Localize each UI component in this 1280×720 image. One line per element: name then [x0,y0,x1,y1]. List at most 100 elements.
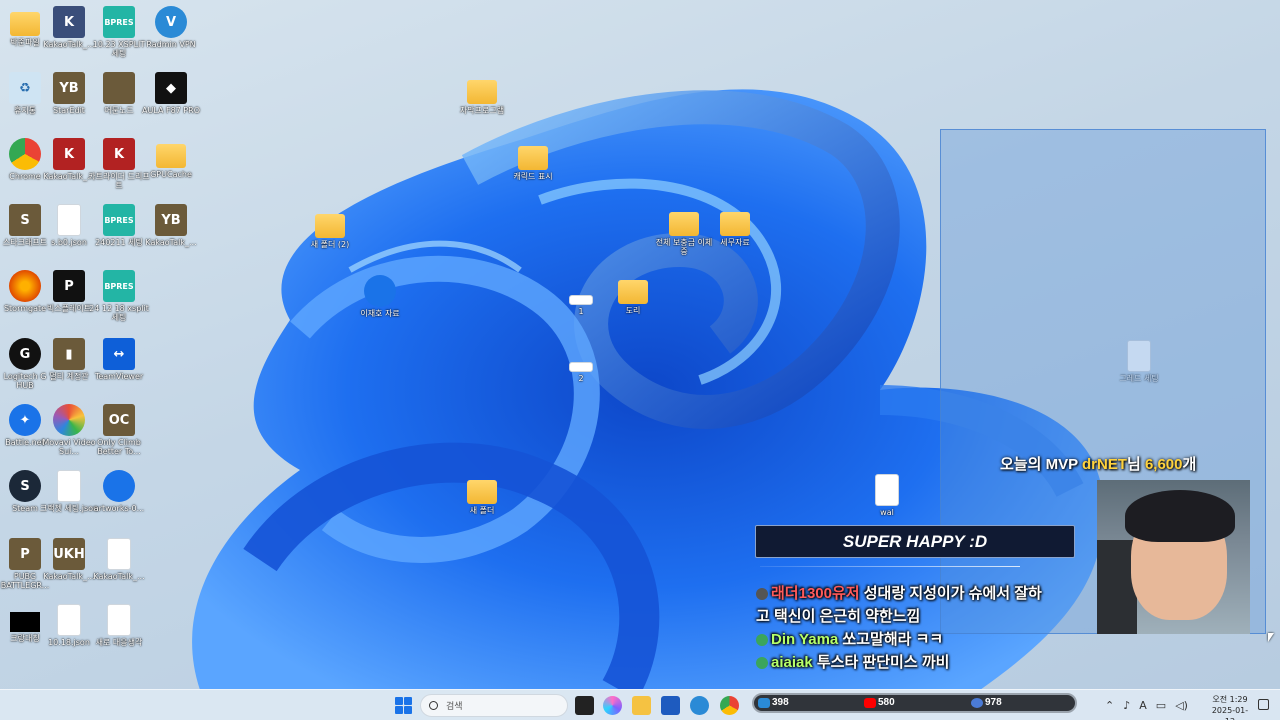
desktop-icon-label: 세무자료 [720,238,750,247]
desktop-icon[interactable]: 세무자료 [704,206,766,247]
desktop-icon[interactable]: wal [856,474,918,517]
donation-alert: SUPER HAPPY :D [755,525,1075,558]
mvp-suffix: 개 [1182,456,1197,473]
viewer-stats-bar: 398 580 978 [752,693,1077,713]
game-icon: YB [155,204,187,236]
chzzk-viewers: 398 [758,697,789,708]
chat-badge-icon [756,634,768,647]
taskbar-clock[interactable]: 오전 1:29 2025-01-12 [1207,694,1253,720]
folder-icon [467,480,497,504]
red-icon: K [53,138,85,170]
taskbar: 검색 398 580 978 ⌃ ♪ A ▭ ◁) 오전 1:29 2025-0… [0,689,1280,720]
teamv-icon: ↔ [103,338,135,370]
desktop-icon-label: 이재호 자료 [360,309,400,318]
chat-message: 고 택신이 은근히 약한느낌 [756,605,1086,628]
store-icon[interactable] [661,696,680,715]
desktop-icon[interactable]: 자막프로그램 [451,74,513,115]
webcam-feed [1097,480,1250,634]
tray-chevron-icon[interactable]: ⌃ [1105,699,1114,712]
game-icon [103,72,135,104]
desktop-icon[interactable]: 새 폴더 (2) [299,208,361,249]
desktop-icon-label: 새로 대응생각 [95,638,143,647]
chat-text: 쏘고말해라 ㅋㅋ [838,631,944,648]
file-icon [57,204,81,236]
game-icon: YB [53,72,85,104]
desktop-icon[interactable]: ↔ TeamViewer [88,338,150,381]
copilot-icon[interactable] [603,696,622,715]
desktop-icon[interactable]: YB KakaoTalk_... [140,204,202,247]
microphone-icon[interactable]: ♪ [1123,699,1130,712]
logi-icon: G [9,338,41,370]
desktop-icon-label: 새 폴더 (2) [310,240,350,249]
notification-icon[interactable] [1258,699,1269,710]
desktop-icon-label: AULA F87 PRO [142,106,200,115]
desktop-icon[interactable]: GPUCache [140,138,202,179]
desktop-icon[interactable]: ◆ AULA F87 PRO [140,72,202,115]
dark-icon: ◆ [155,72,187,104]
taskbar-search-box[interactable]: 검색 [420,694,568,717]
desktop-icon[interactable]: 캐릭드 표시 [502,140,564,181]
game-icon: S [9,204,41,236]
search-placeholder: 검색 [446,702,463,712]
blue-icon [103,470,135,502]
file-icon [875,474,899,506]
chat-message: 래더1300유저 성대랑 지성이가 슈에서 잘하 [756,582,1086,605]
chrome-taskbar-icon[interactable] [720,696,739,715]
desktop-icon[interactable]: 도리 [602,274,664,315]
task-view-icon[interactable] [575,696,594,715]
desktop-icon[interactable]: 이재호 자료 [349,275,411,318]
desktop-icon-label: 새 폴더 [469,506,495,515]
desktop-icon-label: TeamViewer [94,372,144,381]
chzzk-icon [758,697,770,708]
youtube-icon [864,697,876,708]
file-explorer-icon[interactable] [632,696,651,715]
game-icon: UKH [53,538,85,570]
folder-icon [720,212,750,236]
desktop-icon[interactable]: OC Only Climb Better To... [88,404,150,456]
desktop-icon-label: artworks-0... [93,504,145,513]
system-tray: ⌃ ♪ A ▭ ◁) [1105,690,1197,720]
radmin-vpn-taskbar-icon[interactable] [690,696,709,715]
chat-text: 투스타 판단미스 까비 [812,654,950,671]
mvp-name: drNET [1081,456,1127,473]
desktop-icon[interactable]: 새 폴더 [451,474,513,515]
chat-message: aiaiak 투스타 판단미스 까비 [756,651,1086,674]
input-language[interactable]: A [1139,699,1147,712]
folder-icon [669,212,699,236]
folder-icon [156,144,186,168]
app-icon: K [53,6,85,38]
start-button[interactable] [395,697,412,714]
bpres-icon: BPRES [103,204,135,236]
soop-icon [971,697,983,708]
red-icon: K [103,138,135,170]
folder-icon [10,12,40,36]
mvp-amount: 6,600 [1144,456,1183,473]
desktop-icon[interactable]: V Radmin VPN [140,6,202,49]
dark-icon: P [53,270,85,302]
desktop-icon[interactable]: artworks-0... [88,470,150,513]
file-icon [57,470,81,502]
desktop-icon[interactable]: KakaoTalk_... [88,538,150,581]
desktop-icon-label: KakaoTalk_... [145,238,197,247]
volume-icon[interactable]: ◁) [1175,699,1188,712]
zip-icon [364,275,396,307]
img-icon [569,295,593,305]
img-icon [569,362,593,372]
game-icon: OC [103,404,135,436]
desktop-icon-label: 캐릭드 표시 [513,172,553,181]
clock-date: 2025-01-12 [1211,706,1249,720]
network-icon[interactable]: ▭ [1156,699,1166,712]
orange-icon [9,270,41,302]
donation-text: SUPER HAPPY :D [842,531,988,551]
game-icon: ▮ [53,338,85,370]
webcam-hair [1125,490,1235,542]
desktop-icon[interactable]: 새로 대응생각 [88,604,150,647]
desktop-icon-label: 2 [578,374,584,383]
desktop-icon[interactable]: 2 [550,350,612,383]
mvp-banner: 오늘의 MVP drNET님 6,600개 [1000,453,1196,474]
desktop-icon[interactable]: BPRES 24 12 18 xsplit 세팅 [88,270,150,322]
movavi-icon [53,404,85,436]
desktop-icon-label: wal [880,508,894,517]
desktop-icon-label: Radmin VPN [146,40,196,49]
black-icon [10,612,40,632]
